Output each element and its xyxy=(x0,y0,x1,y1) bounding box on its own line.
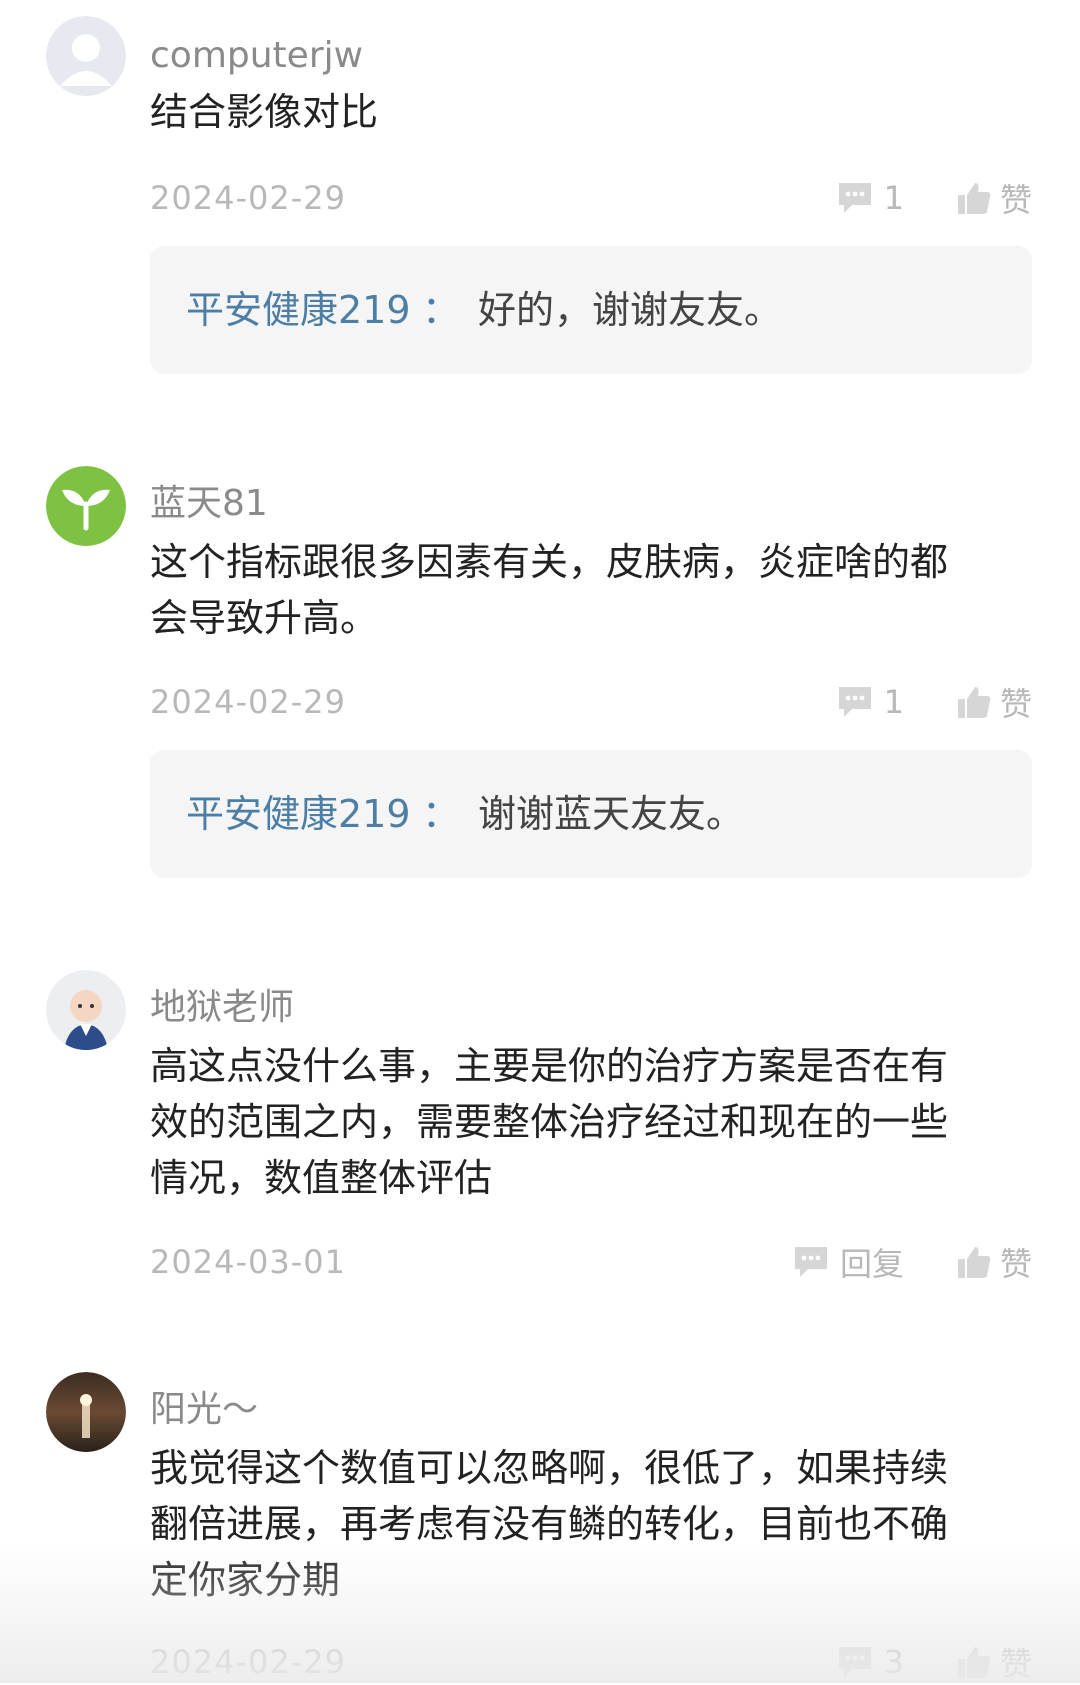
like-button[interactable]: 赞 xyxy=(956,680,1032,724)
comment-content: 结合影像对比 xyxy=(150,84,1010,140)
comment-content: 我觉得这个数值可以忽略啊，很低了，如果持续 翻倍进展，再考虑有没有鳞的转化，目前… xyxy=(150,1440,1010,1608)
thumbs-up-icon xyxy=(956,1644,992,1680)
like-label: 赞 xyxy=(999,685,1032,723)
content-line: 效的范围之内，需要整体治疗经过和现在的一些 xyxy=(150,1100,949,1144)
content-line: 结合影像对比 xyxy=(150,90,379,134)
reply-button[interactable]: 1 xyxy=(836,680,904,724)
reply-author[interactable]: 平安健康219 xyxy=(186,750,411,878)
comment-bubble-icon xyxy=(792,1245,830,1279)
reply-colon: ： xyxy=(422,792,461,836)
comment-bubble-icon xyxy=(836,685,874,719)
comment-username[interactable]: 阳光～ xyxy=(150,1388,258,1432)
reply-author[interactable]: 平安健康219 xyxy=(186,246,411,374)
reply-box: 平安健康219 ： 好的，谢谢友友。 xyxy=(150,246,1032,374)
comment-meta: 2024-02-29 1 赞 xyxy=(150,680,1032,724)
comment-meta: 2024-03-01 回复 赞 xyxy=(150,1240,1032,1284)
content-line: 我觉得这个数值可以忽略啊，很低了，如果持续 xyxy=(150,1446,949,1490)
reply-count: 3 xyxy=(883,1643,904,1681)
comment-date: 2024-02-29 xyxy=(150,179,346,217)
reply-button[interactable]: 3 xyxy=(836,1640,904,1684)
baby-photo-avatar[interactable] xyxy=(46,970,126,1050)
comment-username[interactable]: 蓝天81 xyxy=(150,482,268,526)
comment-content: 这个指标跟很多因素有关，皮肤病，炎症啥的都 会导致升高。 xyxy=(150,534,1010,646)
content-line: 这个指标跟很多因素有关，皮肤病，炎症啥的都 xyxy=(150,540,949,584)
reply-text: 谢谢蓝天友友。 xyxy=(478,792,745,836)
like-label: 赞 xyxy=(999,181,1032,219)
comment-date: 2024-03-01 xyxy=(150,1243,346,1281)
reply-colon: ： xyxy=(422,288,461,332)
like-button[interactable]: 赞 xyxy=(956,176,1032,220)
comment-bubble-icon xyxy=(836,1645,874,1679)
thumbs-up-icon xyxy=(956,180,992,216)
like-button[interactable]: 赞 xyxy=(956,1240,1032,1284)
sprout-avatar-icon[interactable] xyxy=(46,466,126,546)
reply-count: 1 xyxy=(883,683,904,721)
thumbs-up-icon xyxy=(956,684,992,720)
content-line: 定你家分期 xyxy=(150,1558,341,1602)
content-line: 翻倍进展，再考虑有没有鳞的转化，目前也不确 xyxy=(150,1502,949,1546)
reply-text: 好的，谢谢友友。 xyxy=(478,288,783,332)
comment-username[interactable]: 地狱老师 xyxy=(150,986,294,1030)
reply-box: 平安健康219 ： 谢谢蓝天友友。 xyxy=(150,750,1032,878)
comment-username[interactable]: computerjw xyxy=(150,34,363,78)
comment-bubble-icon xyxy=(836,181,874,215)
comment-date: 2024-02-29 xyxy=(150,1643,346,1681)
sunset-photo-avatar[interactable] xyxy=(46,1372,126,1452)
reply-button[interactable]: 回复 xyxy=(792,1240,904,1284)
comment-date: 2024-02-29 xyxy=(150,683,346,721)
content-line: 情况，数值整体评估 xyxy=(150,1156,493,1200)
default-avatar-icon[interactable] xyxy=(46,16,126,96)
comment-meta: 2024-02-29 1 赞 xyxy=(150,176,1032,220)
comment-meta: 2024-02-29 3 赞 xyxy=(150,1640,1032,1684)
like-label: 赞 xyxy=(999,1645,1032,1683)
like-label: 赞 xyxy=(999,1245,1032,1283)
like-button[interactable]: 赞 xyxy=(956,1640,1032,1684)
reply-button[interactable]: 1 xyxy=(836,176,904,220)
content-line: 会导致升高。 xyxy=(150,596,379,640)
content-line: 高这点没什么事，主要是你的治疗方案是否在有 xyxy=(150,1044,949,1088)
reply-label: 回复 xyxy=(839,1245,904,1283)
reply-count: 1 xyxy=(883,179,904,217)
comment-content: 高这点没什么事，主要是你的治疗方案是否在有 效的范围之内，需要整体治疗经过和现在… xyxy=(150,1038,1010,1206)
thumbs-up-icon xyxy=(956,1244,992,1280)
